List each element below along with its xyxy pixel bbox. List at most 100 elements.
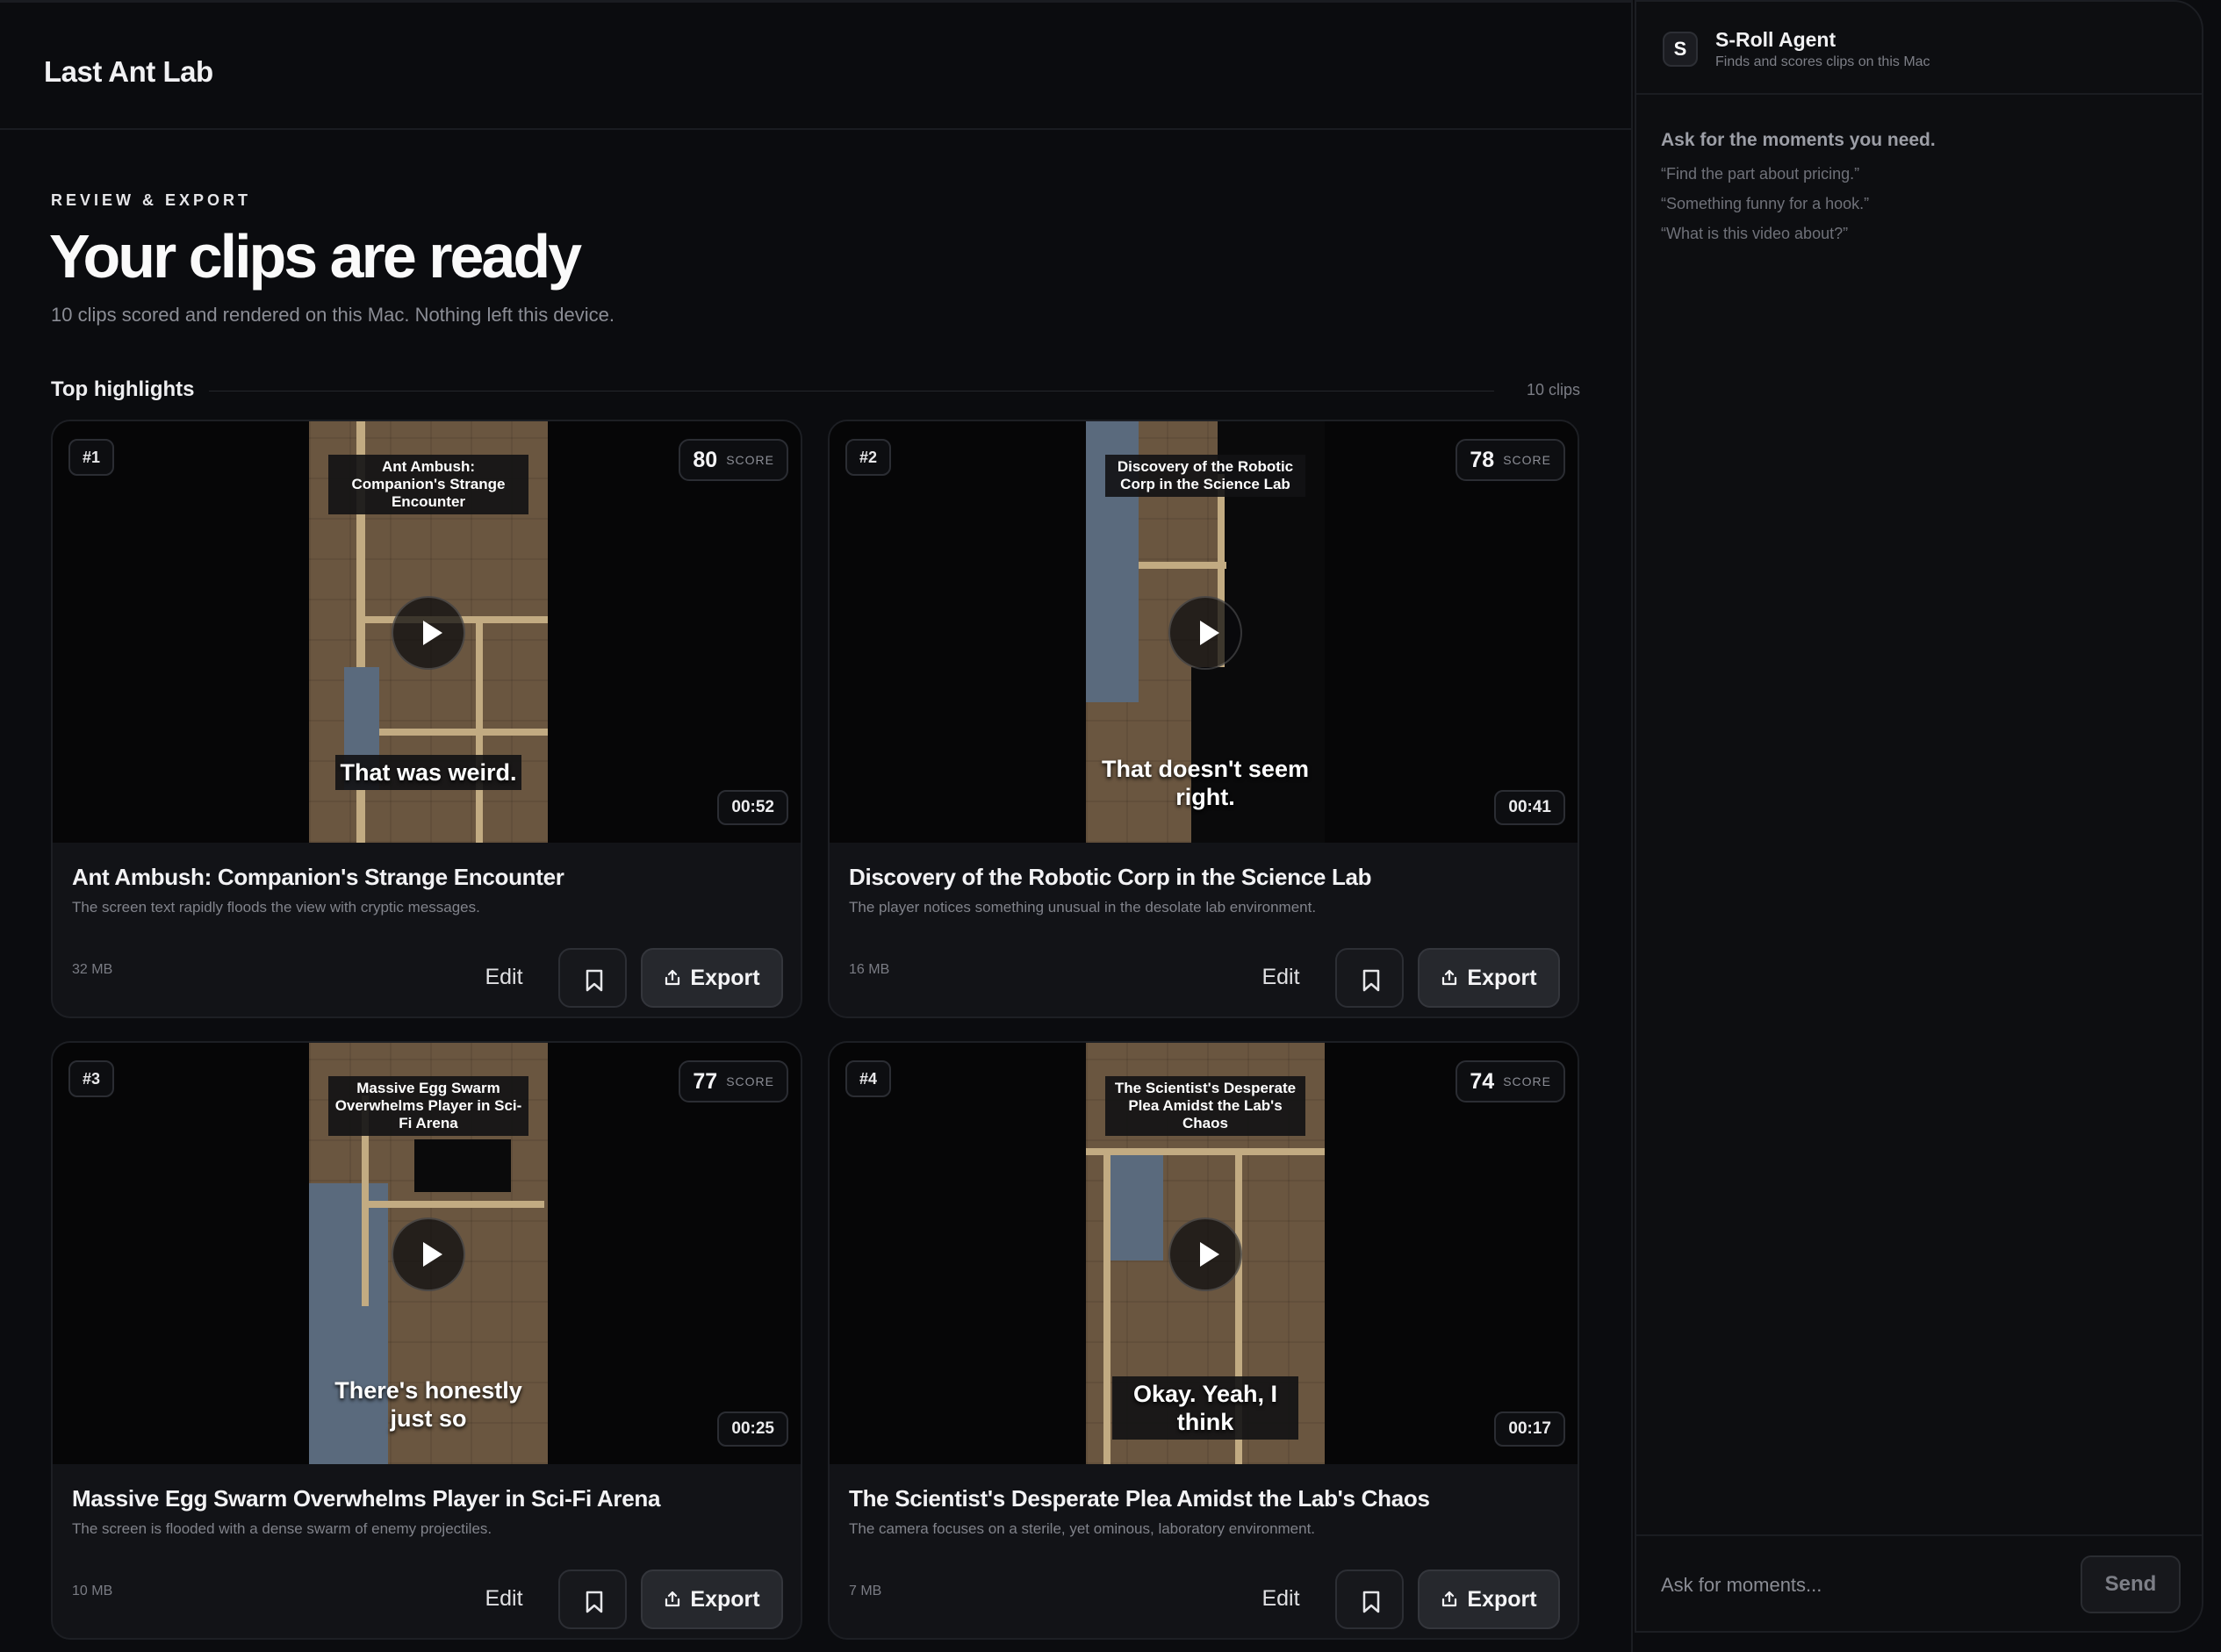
- clip-media[interactable]: Massive Egg Swarm Overwhelms Player in S…: [53, 1043, 801, 1464]
- bookmark-button[interactable]: [558, 1569, 627, 1629]
- ask-input[interactable]: [1661, 1566, 2047, 1605]
- score-label: SCORE: [1503, 1074, 1551, 1088]
- score-badge: 78 SCORE: [1456, 439, 1565, 481]
- clip-caption-top: Discovery of the Robotic Corp in the Sci…: [1105, 455, 1305, 497]
- bookmark-icon: [1362, 969, 1380, 992]
- agent-header: S S-Roll Agent Finds and scores clips on…: [1636, 2, 2202, 95]
- rank-badge: #1: [68, 439, 114, 476]
- export-icon: [1442, 969, 1457, 986]
- clip-thumbnail[interactable]: Discovery of the Robotic Corp in the Sci…: [1086, 421, 1325, 843]
- score-value: 80: [693, 447, 718, 472]
- clip-card[interactable]: Massive Egg Swarm Overwhelms Player in S…: [51, 1041, 802, 1640]
- clip-media[interactable]: Ant Ambush: Companion's Strange Encounte…: [53, 421, 801, 843]
- clip-thumbnail[interactable]: The Scientist's Desperate Plea Amidst th…: [1086, 1043, 1325, 1464]
- bookmark-icon: [1362, 1591, 1380, 1613]
- edit-button[interactable]: Edit: [469, 948, 539, 1006]
- export-label: Export: [1467, 965, 1537, 990]
- export-button[interactable]: Export: [1418, 1569, 1560, 1629]
- page-eyebrow: REVIEW & EXPORT: [51, 191, 252, 209]
- clip-caption-bottom: Okay. Yeah, I think: [1112, 1376, 1298, 1440]
- export-icon: [1442, 1591, 1457, 1607]
- score-label: SCORE: [726, 453, 774, 467]
- bookmark-icon: [586, 969, 603, 992]
- edit-button[interactable]: Edit: [1246, 1569, 1316, 1627]
- app-title: Last Ant Lab: [44, 55, 213, 88]
- edit-button[interactable]: Edit: [469, 1569, 539, 1627]
- clip-card[interactable]: Discovery of the Robotic Corp in the Sci…: [828, 420, 1579, 1018]
- export-button[interactable]: Export: [641, 1569, 783, 1629]
- section-title: Top highlights: [51, 377, 195, 401]
- clip-caption-top: The Scientist's Desperate Plea Amidst th…: [1105, 1076, 1305, 1136]
- game-floor-tile: [1110, 1155, 1163, 1261]
- clip-description: The screen text rapidly floods the view …: [72, 899, 480, 916]
- clip-title: The Scientist's Desperate Plea Amidst th…: [849, 1485, 1430, 1512]
- section-header: Top highlights 10 clips: [51, 376, 1580, 406]
- export-button[interactable]: Export: [641, 948, 783, 1008]
- clip-title: Ant Ambush: Companion's Strange Encounte…: [72, 864, 564, 890]
- play-icon[interactable]: [392, 596, 465, 670]
- edit-button[interactable]: Edit: [1246, 948, 1316, 1006]
- play-icon[interactable]: [1168, 596, 1242, 670]
- score-value: 78: [1470, 447, 1495, 472]
- clip-card[interactable]: Ant Ambush: Companion's Strange Encounte…: [51, 420, 802, 1018]
- play-icon[interactable]: [392, 1217, 465, 1291]
- clip-description: The camera focuses on a sterile, yet omi…: [849, 1520, 1316, 1537]
- send-button[interactable]: Send: [2081, 1555, 2181, 1613]
- bookmark-icon: [586, 1591, 603, 1613]
- clip-title: Discovery of the Robotic Corp in the Sci…: [849, 864, 1372, 890]
- clip-description: The screen is flooded with a dense swarm…: [72, 1520, 492, 1537]
- main-content: Last Ant Lab REVIEW & EXPORT Your clips …: [0, 0, 1633, 1652]
- game-wall: [476, 616, 483, 843]
- export-label: Export: [690, 965, 760, 990]
- export-label: Export: [1467, 1586, 1537, 1612]
- clip-media[interactable]: Discovery of the Robotic Corp in the Sci…: [830, 421, 1578, 843]
- duration-badge: 00:41: [1494, 790, 1565, 825]
- agent-name: S-Roll Agent: [1715, 28, 1836, 51]
- example-prompt: “Something funny for a hook.”: [1661, 195, 1870, 212]
- example-prompt: “What is this video about?”: [1661, 225, 1849, 242]
- agent-panel: S S-Roll Agent Finds and scores clips on…: [1635, 0, 2203, 1633]
- agent-composer: Send: [1636, 1534, 2202, 1633]
- game-wall: [1139, 562, 1226, 569]
- score-label: SCORE: [726, 1074, 774, 1088]
- clip-size: 7 MB: [849, 1584, 882, 1598]
- clip-thumbnail[interactable]: Massive Egg Swarm Overwhelms Player in S…: [309, 1043, 548, 1464]
- score-value: 77: [693, 1068, 718, 1094]
- bookmark-button[interactable]: [1335, 1569, 1404, 1629]
- export-icon: [665, 1591, 680, 1607]
- rank-badge: #3: [68, 1060, 114, 1097]
- clip-media[interactable]: The Scientist's Desperate Plea Amidst th…: [830, 1043, 1578, 1464]
- clip-title: Massive Egg Swarm Overwhelms Player in S…: [72, 1485, 661, 1512]
- clip-size: 16 MB: [849, 962, 890, 977]
- play-icon[interactable]: [1168, 1217, 1242, 1291]
- bookmark-button[interactable]: [1335, 948, 1404, 1008]
- export-button[interactable]: Export: [1418, 948, 1560, 1008]
- bookmark-button[interactable]: [558, 948, 627, 1008]
- game-wall: [365, 729, 548, 736]
- score-value: 74: [1470, 1068, 1495, 1094]
- rank-badge: #4: [845, 1060, 891, 1097]
- clip-thumbnail[interactable]: Ant Ambush: Companion's Strange Encounte…: [309, 421, 548, 843]
- clip-description: The player notices something unusual in …: [849, 899, 1317, 916]
- game-wall: [369, 1201, 544, 1208]
- score-label: SCORE: [1503, 453, 1551, 467]
- export-icon: [665, 969, 680, 986]
- clip-count: 10 clips: [1526, 381, 1580, 399]
- duration-badge: 00:17: [1494, 1411, 1565, 1447]
- duration-badge: 00:52: [717, 790, 788, 825]
- top-bar: Last Ant Lab: [0, 0, 1633, 130]
- score-badge: 80 SCORE: [679, 439, 788, 481]
- clip-caption-bottom: That doesn't seem right.: [1102, 756, 1309, 810]
- example-prompt: “Find the part about pricing.”: [1661, 165, 1860, 183]
- score-badge: 74 SCORE: [1456, 1060, 1565, 1103]
- rank-badge: #2: [845, 439, 891, 476]
- game-wall: [1103, 1148, 1110, 1464]
- score-badge: 77 SCORE: [679, 1060, 788, 1103]
- clip-card[interactable]: The Scientist's Desperate Plea Amidst th…: [828, 1041, 1579, 1640]
- clip-caption-top: Ant Ambush: Companion's Strange Encounte…: [328, 455, 528, 514]
- agent-logo-icon: S: [1663, 32, 1698, 67]
- clip-size: 10 MB: [72, 1584, 113, 1598]
- agent-prompt-title: Ask for the moments you need.: [1661, 130, 1936, 150]
- agent-subtitle: Finds and scores clips on this Mac: [1715, 54, 1930, 69]
- export-label: Export: [690, 1586, 760, 1612]
